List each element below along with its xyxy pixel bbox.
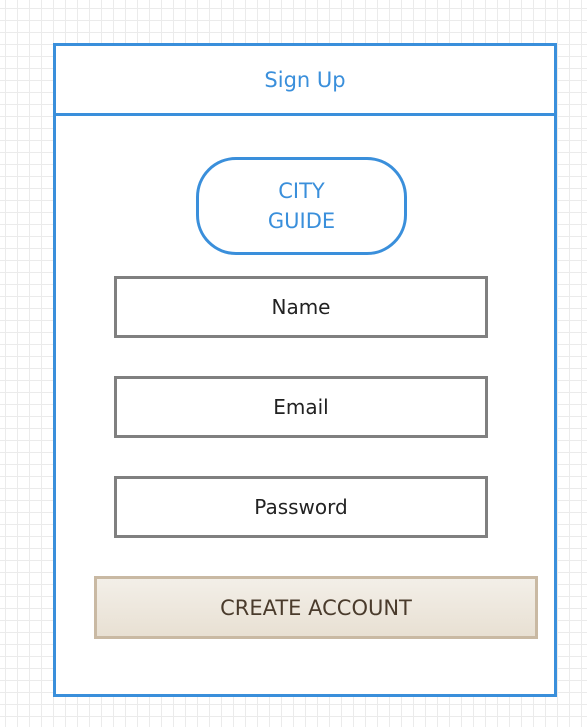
email-field-label: Email bbox=[273, 395, 329, 419]
create-account-button[interactable]: CREATE ACCOUNT bbox=[94, 576, 538, 639]
page-title: Sign Up bbox=[264, 67, 346, 92]
logo-text: CITY GUIDE bbox=[267, 179, 336, 233]
email-field[interactable]: Email bbox=[114, 376, 488, 438]
signup-screen: Sign Up CITY GUIDE Name Email Password C… bbox=[53, 43, 557, 697]
name-field-label: Name bbox=[271, 295, 331, 319]
header-bar: Sign Up bbox=[56, 46, 554, 116]
create-account-button-label: CREATE ACCOUNT bbox=[220, 595, 412, 620]
name-field[interactable]: Name bbox=[114, 276, 488, 338]
password-field-label: Password bbox=[254, 495, 348, 519]
city-guide-logo: CITY GUIDE bbox=[196, 157, 407, 255]
password-field[interactable]: Password bbox=[114, 476, 488, 538]
